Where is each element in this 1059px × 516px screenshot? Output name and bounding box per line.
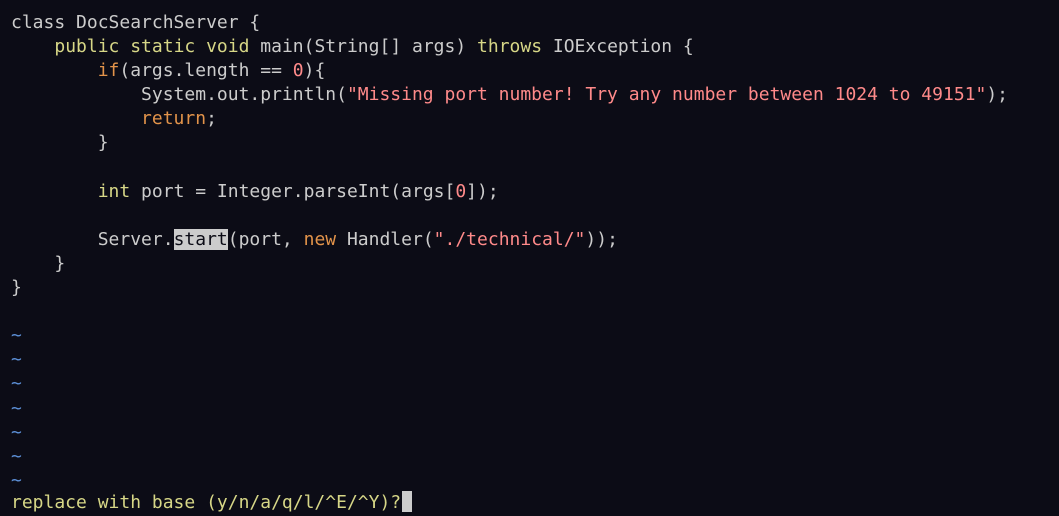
- statement-end: ));: [585, 228, 618, 250]
- code-line-2: public static void main(String[] args) t…: [11, 35, 1059, 59]
- string-literal: "./technical/": [433, 228, 586, 250]
- int-keyword: int: [97, 180, 131, 202]
- empty-buffer-tilde: ~: [11, 421, 22, 443]
- text-cursor: [402, 491, 413, 512]
- closing-brace: }: [54, 252, 66, 274]
- empty-buffer-tilde: ~: [11, 325, 22, 347]
- method-modifiers: public static void: [54, 36, 250, 58]
- closing-brace: }: [11, 277, 22, 299]
- code-line-8: int port = Integer.parseInt(args[0]);: [11, 180, 1059, 204]
- code-line-1: class DocSearchServer {: [11, 11, 1059, 35]
- if-keyword: if: [97, 60, 120, 82]
- code-line-5: return;: [11, 107, 1059, 131]
- if-condition: (args.length ==: [119, 60, 293, 82]
- code-line-4: System.out.println("Missing port number!…: [11, 83, 1059, 107]
- code-line-6: }: [11, 131, 1059, 155]
- code-line-13-empty: [11, 300, 1059, 324]
- method-signature: main(String[] args): [249, 36, 478, 58]
- new-keyword: new: [303, 228, 337, 250]
- code-line-10: Server.start(port, new Handler("./techni…: [11, 228, 1059, 252]
- empty-buffer-tilde: ~: [11, 445, 22, 467]
- code-line-11: }: [11, 252, 1059, 276]
- search-match-highlight[interactable]: start: [173, 228, 228, 250]
- closing-brace: }: [97, 132, 109, 154]
- code-line-9-empty: [11, 204, 1059, 228]
- empty-buffer-tilde: ~: [11, 373, 22, 395]
- exception-type: IOException {: [542, 36, 694, 58]
- code-line-7-empty: [11, 156, 1059, 180]
- println-call: System.out.println(: [141, 84, 347, 106]
- vim-editor[interactable]: class DocSearchServer { public static vo…: [11, 11, 1059, 493]
- statement-end: );: [986, 84, 1009, 106]
- call-args: (port,: [227, 228, 304, 250]
- handler-ctor: Handler(: [336, 228, 434, 250]
- replace-confirm-prompt: replace with base (y/n/a/q/l/^E/^Y)?: [11, 492, 402, 513]
- empty-buffer-tilde: ~: [11, 349, 22, 371]
- number-literal: 0: [455, 180, 467, 202]
- statement-end: ]);: [466, 180, 499, 202]
- if-close: ){: [303, 60, 326, 82]
- empty-buffer-tilde: ~: [11, 469, 22, 491]
- parse-int-call: port = Integer.parseInt(args[: [130, 180, 456, 202]
- command-line-prompt[interactable]: replace with base (y/n/a/q/l/^E/^Y)?: [11, 491, 413, 515]
- return-keyword: return: [141, 108, 207, 130]
- server-ref: Server.: [97, 228, 174, 250]
- number-literal: 0: [292, 60, 304, 82]
- class-declaration: class DocSearchServer {: [11, 12, 261, 33]
- string-literal: "Missing port number! Try any number bet…: [346, 84, 987, 106]
- statement-end: ;: [206, 108, 217, 130]
- empty-buffer-tilde: ~: [11, 397, 22, 419]
- code-line-3: if(args.length == 0){: [11, 59, 1059, 83]
- throws-keyword: throws: [477, 36, 543, 58]
- code-line-12: }: [11, 276, 1059, 300]
